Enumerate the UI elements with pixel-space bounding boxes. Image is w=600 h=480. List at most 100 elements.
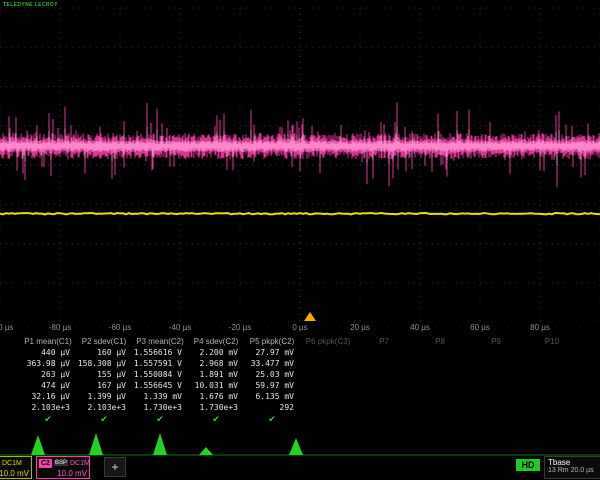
measure-value [300,380,356,391]
measurement-table[interactable]: P1 mean(C1)P2 sdev(C1)P3 mean(C2)P4 sdev… [20,336,580,426]
measure-status-check [468,413,524,426]
measure-value: 32.16 µV [20,391,76,402]
measure-value [412,347,468,358]
c1-descriptor[interactable]: C1 DC1M 10.0 mV [0,456,32,479]
measurement-histogram [0,426,600,458]
measure-value [412,391,468,402]
measure-value [524,347,580,358]
measure-value [356,380,412,391]
brand-logo: TELEDYNE LECROY [3,2,58,8]
measure-value [300,347,356,358]
measure-value: 160 µV [76,347,132,358]
timebase-detail: 13 Rm 20.0 µs [548,467,600,474]
time-axis-label: 20 µs [335,323,385,332]
timebase-detail-right: 20.0 µs [571,467,594,474]
measure-header[interactable]: P4 sdev(C2) [188,336,244,347]
measure-value [468,347,524,358]
measure-value: 1.399 µV [76,391,132,402]
c1-trace [0,213,600,214]
c2-tag: BSP [54,460,68,466]
measure-value [524,358,580,369]
measure-value: 474 µV [20,380,76,391]
measure-header[interactable]: P2 sdev(C1) [76,336,132,347]
measure-value [412,358,468,369]
measure-value: 1.557591 V [132,358,188,369]
c2-coupling: DC1M [70,460,90,467]
measure-value: 10.031 mV [188,380,244,391]
measure-header[interactable]: P7 [356,336,412,347]
measure-value: 1.676 mV [188,391,244,402]
measure-value [356,369,412,380]
measure-value: 1.556645 V [132,380,188,391]
measure-value [468,402,524,413]
time-axis-label: 40 µs [395,323,445,332]
hd-mode-badge[interactable]: HD [516,459,540,471]
measure-status-check [300,413,356,426]
measure-header[interactable]: P1 mean(C1) [20,336,76,347]
measure-value [356,347,412,358]
measure-value: 1.339 mV [132,391,188,402]
c2-chip: C2 [39,459,52,468]
measure-status-check [356,413,412,426]
measure-value: 2.968 mV [188,358,244,369]
time-axis-label: -40 µs [155,323,205,332]
measure-header[interactable]: P5 pkpk(C2) [244,336,300,347]
measurement-table-header: P1 mean(C1)P2 sdev(C1)P3 mean(C2)P4 sdev… [20,336,580,347]
measure-header[interactable]: P3 mean(C2) [132,336,188,347]
measure-value: 363.98 µV [20,358,76,369]
histogram-peak [289,438,303,455]
measure-value [524,391,580,402]
measure-header[interactable]: P9 [468,336,524,347]
measure-value: 155 µV [76,369,132,380]
c2-scale: 10.0 mV [39,469,87,478]
measure-value: 167 µV [76,380,132,391]
measure-value: 6.135 mV [244,391,300,402]
timebase-label: Tbase [548,458,600,467]
histogram-peak [153,433,167,455]
measure-value: 1.730e+3 [132,402,188,413]
time-axis-label: 0 µs [275,323,325,332]
bottom-bar: C1 DC1M 10.0 mV C2 BSP DC1M 10.0 mV + HD… [0,456,600,480]
add-trace-button[interactable]: + [104,457,126,477]
measure-status-check: ✔ [76,413,132,426]
histogram-peak [89,433,103,455]
measure-value [356,391,412,402]
measure-value [524,402,580,413]
measure-status-check: ✔ [132,413,188,426]
measure-value [300,402,356,413]
c1-descriptor-top: C1 DC1M [0,458,29,468]
measure-value [356,402,412,413]
measure-value [524,369,580,380]
timebase-detail-left: 13 Rm [548,467,569,474]
measure-status-check [524,413,580,426]
measurement-table-status-row: ✔✔✔✔✔ [20,413,580,426]
trigger-position-marker[interactable] [304,312,316,321]
measure-value [468,380,524,391]
measure-value: 2.200 mV [188,347,244,358]
time-axis-label: -80 µs [35,323,85,332]
measurement-table-body: 440 µV160 µV1.556616 V2.200 mV27.97 mV36… [20,347,580,413]
measure-value [356,358,412,369]
measure-status-check: ✔ [20,413,76,426]
measure-value [412,369,468,380]
measure-value [468,369,524,380]
time-axis-label: -60 µs [95,323,145,332]
measure-value: 59.97 mV [244,380,300,391]
timebase-descriptor[interactable]: Tbase 13 Rm 20.0 µs [544,456,600,479]
measure-status-check: ✔ [244,413,300,426]
c2-descriptor[interactable]: C2 BSP DC1M 10.0 mV [36,456,90,479]
measure-header[interactable]: P10 [524,336,580,347]
measure-header[interactable]: P6 pkpk(C3) [300,336,356,347]
measure-value [468,391,524,402]
measure-header[interactable]: P8 [412,336,468,347]
measure-status-check [412,413,468,426]
measure-value [300,391,356,402]
waveform-plot[interactable] [0,0,600,322]
time-axis-label: 60 µs [455,323,505,332]
measure-value: 2.103e+3 [20,402,76,413]
measure-value: 1.891 mV [188,369,244,380]
measure-value [468,358,524,369]
time-axis: -100 µs-80 µs-60 µs-40 µs-20 µs0 µs20 µs… [0,322,600,334]
c1-coupling: DC1M [2,460,22,467]
measure-value: 1.730e+3 [188,402,244,413]
